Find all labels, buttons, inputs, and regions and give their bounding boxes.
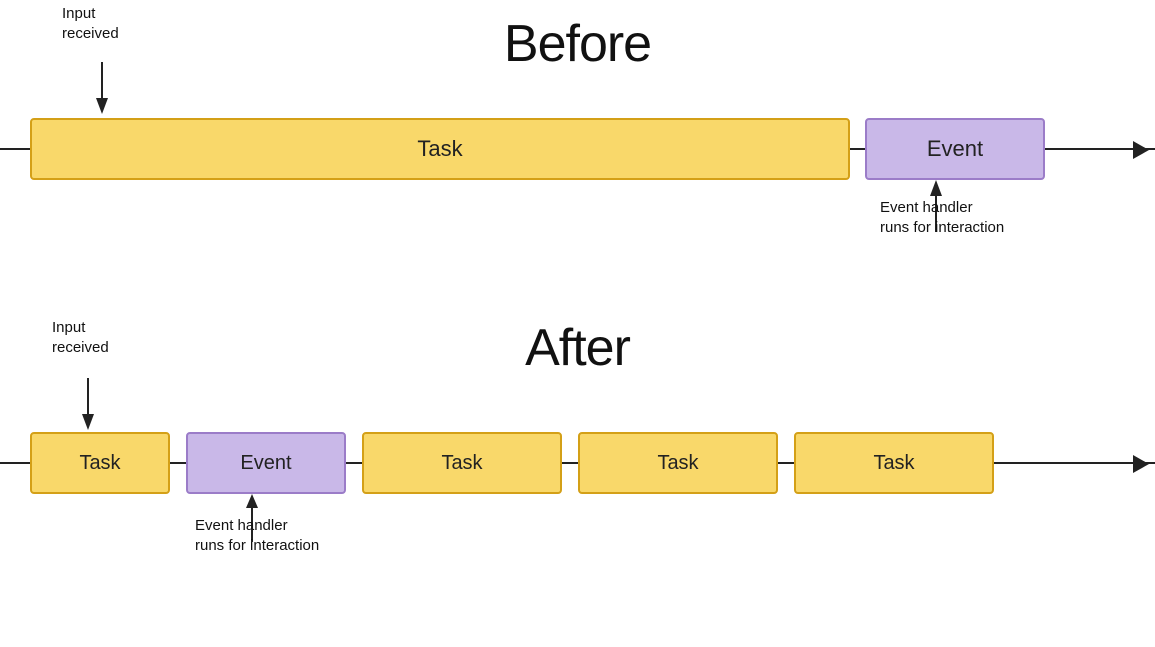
arrow-right-before — [1133, 141, 1149, 159]
event-handler-label-after: Event handler runs for interaction — [195, 516, 319, 555]
task-box-after-1: Task — [30, 432, 170, 494]
input-label-after: Input received — [52, 318, 109, 357]
arrow-down-input-after — [78, 378, 98, 430]
task-box-after-4: Task — [794, 432, 994, 494]
arrow-right-after — [1133, 455, 1149, 473]
before-title: Before — [504, 14, 651, 74]
task-box-before: Task — [30, 118, 850, 180]
event-box-after: Event — [186, 432, 346, 494]
diagram-container: Before Input received Task Event Event h… — [0, 0, 1155, 647]
input-label-before: Input received — [62, 4, 119, 43]
event-box-before: Event — [865, 118, 1045, 180]
arrow-down-input-before — [92, 62, 112, 114]
task-box-after-3: Task — [578, 432, 778, 494]
after-title: After — [525, 318, 630, 378]
task-box-after-2: Task — [362, 432, 562, 494]
event-handler-label-before: Event handler runs for interaction — [880, 198, 1004, 237]
